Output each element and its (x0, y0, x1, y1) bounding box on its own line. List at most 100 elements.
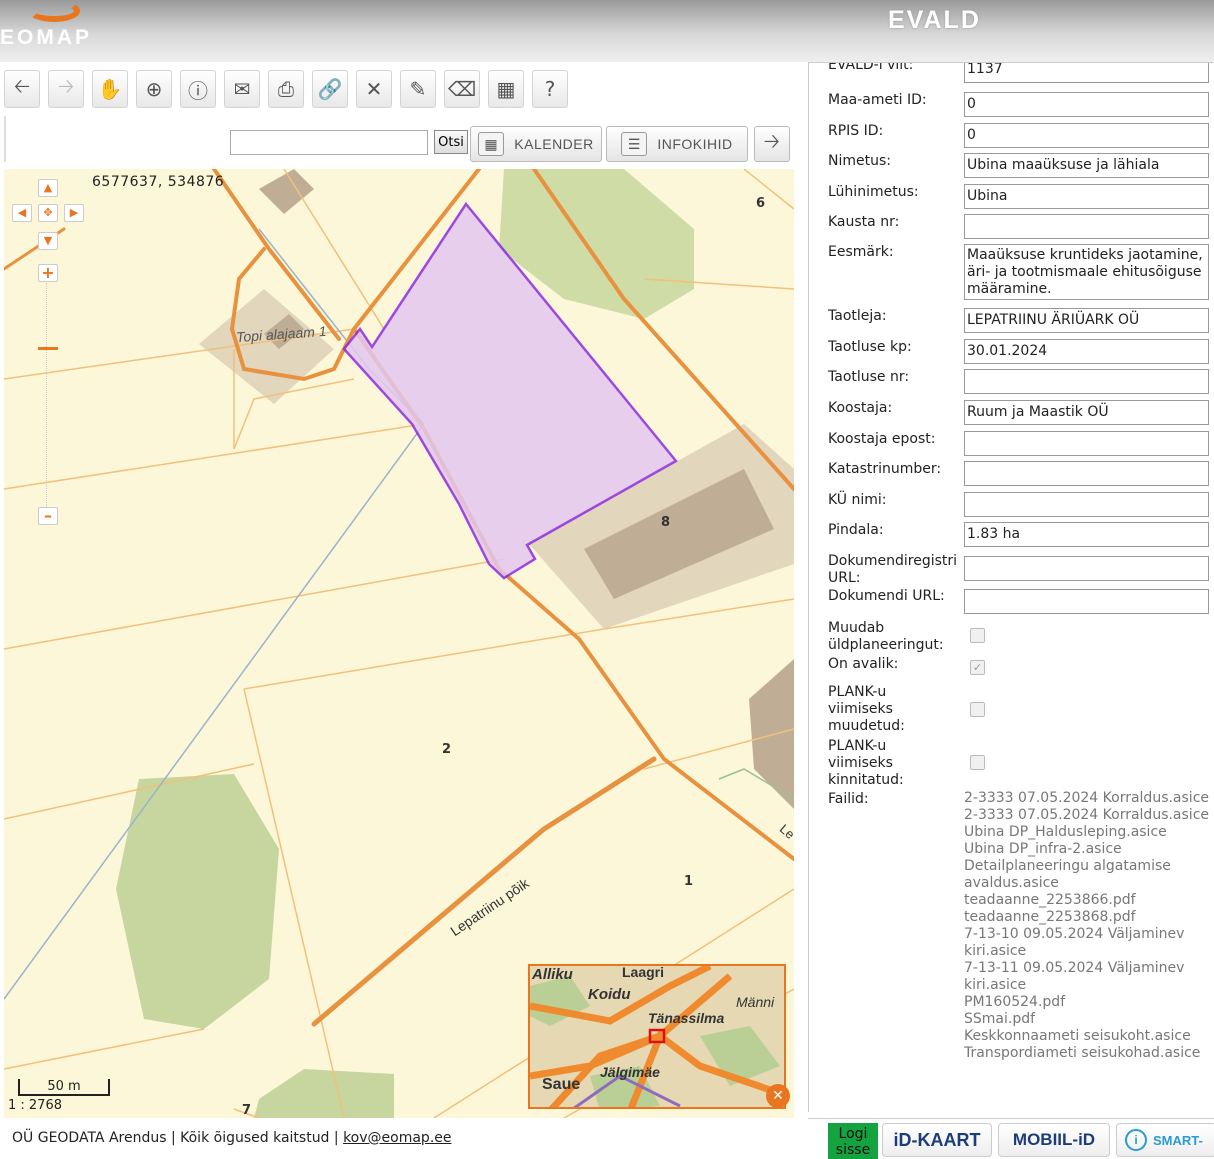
compiler-email-field[interactable] (964, 431, 1209, 456)
image-icon[interactable]: ▦ (488, 70, 524, 108)
compiler-field[interactable]: Ruum ja Maastik OÜ (964, 400, 1209, 425)
details-panel: EVALD-i viit: 1137 Maa-ameti ID: 0 RPIS … (808, 62, 1214, 1112)
label-plank-confirmed: PLANK-u viimiseks kinnitatud: (828, 738, 904, 788)
footer-email-link[interactable]: kov@eomap.ee (343, 1130, 451, 1146)
search-input[interactable] (230, 130, 428, 155)
login-button[interactable]: Logi sisse (828, 1123, 878, 1159)
doc-registry-url-field[interactable] (964, 556, 1209, 581)
logo-swoosh-icon (28, 0, 80, 22)
cadastre-nr-field[interactable] (964, 461, 1209, 486)
forward-arrow-icon[interactable]: 🡢 (48, 70, 84, 108)
folder-nr-field[interactable] (964, 214, 1209, 239)
back-arrow-icon[interactable]: 🡠 (4, 70, 40, 108)
file-link[interactable]: 2-3333 07.05.2024 Korraldus.asice (964, 790, 1212, 807)
file-link[interactable]: PM160524.pdf (964, 994, 1212, 1011)
is-public-checkbox[interactable]: ✓ (970, 660, 985, 675)
plank-confirmed-checkbox[interactable] (970, 755, 985, 770)
label-applicant: Taotleja: (828, 308, 887, 324)
scale-ratio: 1 : 2768 (8, 1098, 62, 1113)
search-button[interactable]: Otsi (434, 130, 468, 154)
file-link[interactable]: Transpordiameti seisukohad.asice (964, 1045, 1212, 1062)
zoom-in-icon[interactable]: ⊕ (136, 70, 172, 108)
label-rpis-id: RPIS ID: (828, 123, 884, 139)
overview-label: Laagri (622, 964, 665, 980)
pan-right-icon[interactable]: ▶ (64, 204, 84, 222)
map-label-parcel: 7 (242, 1103, 252, 1118)
pan-hand-icon[interactable]: ✋ (92, 70, 128, 108)
file-link[interactable]: 7-13-11 09.05.2024 Väljaminev kiri.asice (964, 960, 1212, 994)
file-link[interactable]: Detailplaneeringu algatamise avaldus.asi… (964, 858, 1212, 892)
draw-icon[interactable]: ✎ (400, 70, 436, 108)
overview-label: Koidu (588, 986, 631, 1003)
label-short-name: Lühinimetus: (828, 184, 919, 200)
short-name-field[interactable]: Ubina (964, 184, 1209, 209)
app-name: EVALD (888, 6, 981, 34)
label-changes-master-plan: Muudab üldplaneeringut: (828, 620, 944, 653)
evald-id-field[interactable]: 1137 (964, 63, 1209, 83)
mobile-id-button[interactable]: MOBIIL-iD (998, 1123, 1110, 1157)
building (749, 659, 794, 809)
label-area: Pindala: (828, 522, 884, 538)
label-name: Nimetus: (828, 153, 891, 169)
smart-id-button[interactable]: i SMART- (1116, 1123, 1214, 1157)
file-link[interactable]: teadaanne_2253866.pdf (964, 892, 1212, 909)
collapse-arrow-icon[interactable]: 🡢 (754, 126, 790, 162)
file-link[interactable]: 7-13-10 09.05.2024 Väljaminev kiri.asice (964, 926, 1212, 960)
zoom-minus-icon[interactable]: – (38, 507, 58, 525)
pan-down-icon[interactable]: ▼ (38, 232, 58, 250)
overview-label: Jälgimäe (600, 1064, 660, 1080)
help-icon[interactable]: ? (532, 70, 568, 108)
file-link[interactable]: teadaanne_2253868.pdf (964, 909, 1212, 926)
doc-url-field[interactable] (964, 589, 1209, 614)
ku-name-field[interactable] (964, 492, 1209, 517)
plank-changed-checkbox[interactable] (970, 702, 985, 717)
overview-close-icon[interactable]: ✕ (766, 1084, 790, 1108)
application-date-field[interactable]: 30.01.2024 (964, 339, 1209, 364)
zoom-plus-icon[interactable]: + (38, 264, 58, 282)
map-canvas[interactable]: Topi alajaam 1 Lepatriinu põik Le 6 8 2 … (4, 169, 794, 1118)
applicant-field[interactable]: LEPATRIINU ÄRIÜARK OÜ (964, 308, 1209, 333)
pan-up-icon[interactable]: ▲ (38, 179, 58, 197)
name-field[interactable]: Ubina maaüksuse ja lähiala (964, 153, 1209, 178)
label-maaamet-id: Maa-ameti ID: (828, 92, 927, 108)
label-plank-changed: PLANK-u viimiseks muudetud: (828, 684, 905, 734)
id-card-button[interactable]: iD-KAART (882, 1123, 992, 1157)
file-link[interactable]: Ubina DP_infra-2.asice (964, 841, 1212, 858)
calendar-label: KALENDER (514, 136, 594, 152)
info-icon[interactable]: ⓘ (180, 70, 216, 108)
map-panel: 🡠 🡢 ✋ ⊕ ⓘ ✉ ⎙ 🔗 ✕ ✎ ⌫ ▦ ? Otsi ▦ KALENDER… (0, 62, 800, 1155)
map-label-parcel: 8 (661, 515, 671, 530)
scale-bar: 50 m (18, 1079, 110, 1096)
eraser-icon[interactable]: ⌫ (444, 70, 480, 108)
area-field[interactable]: 1.83 ha (964, 522, 1209, 547)
pan-left-icon[interactable]: ◀ (12, 204, 32, 222)
label-doc-registry-url: Dokumendiregistri URL: (828, 553, 958, 586)
file-link[interactable]: 2-3333 07.05.2024 Korraldus.asice (964, 807, 1212, 824)
purpose-field[interactable]: Maaüksuse kruntideks jaotamine, äri- ja … (964, 244, 1209, 300)
coordinate-readout: 6577637, 534876 (92, 174, 225, 190)
label-files: Failid: (828, 791, 869, 807)
application-nr-field[interactable] (964, 369, 1209, 394)
calendar-button[interactable]: ▦ KALENDER (470, 126, 602, 162)
file-link[interactable]: Keskkonnaameti seisukoht.asice (964, 1028, 1212, 1045)
eomap-logo[interactable]: EOMAP (0, 26, 92, 50)
app-header: EOMAP EVALD (0, 0, 1214, 62)
footer: OÜ GEODATA Arendus | Kõik õigused kaitst… (12, 1130, 452, 1146)
zoom-track[interactable] (46, 283, 49, 513)
label-application-nr: Taotluse nr: (828, 369, 910, 385)
rpis-id-field[interactable]: 0 (964, 123, 1209, 148)
overview-map[interactable]: Alliku Laagri Koidu Männi Tänassilma Sau… (528, 964, 786, 1109)
map-label-parcel: 1 (684, 874, 694, 889)
pan-center-icon[interactable]: ✥ (38, 204, 58, 222)
layers-button[interactable]: ☰ INFOKIHID (606, 126, 748, 162)
mail-icon[interactable]: ✉ (224, 70, 260, 108)
changes-master-plan-checkbox[interactable] (970, 628, 985, 643)
file-link[interactable]: Ubina DP_Haldusleping.asice (964, 824, 1212, 841)
link-icon[interactable]: 🔗 (312, 70, 348, 108)
measure-icon[interactable]: ✕ (356, 70, 392, 108)
print-icon[interactable]: ⎙ (268, 70, 304, 108)
file-link[interactable]: SSmai.pdf (964, 1011, 1212, 1028)
calendar-icon: ▦ (478, 132, 505, 156)
maaamet-id-field[interactable]: 0 (964, 92, 1209, 117)
zoom-slider-handle[interactable] (38, 347, 58, 350)
